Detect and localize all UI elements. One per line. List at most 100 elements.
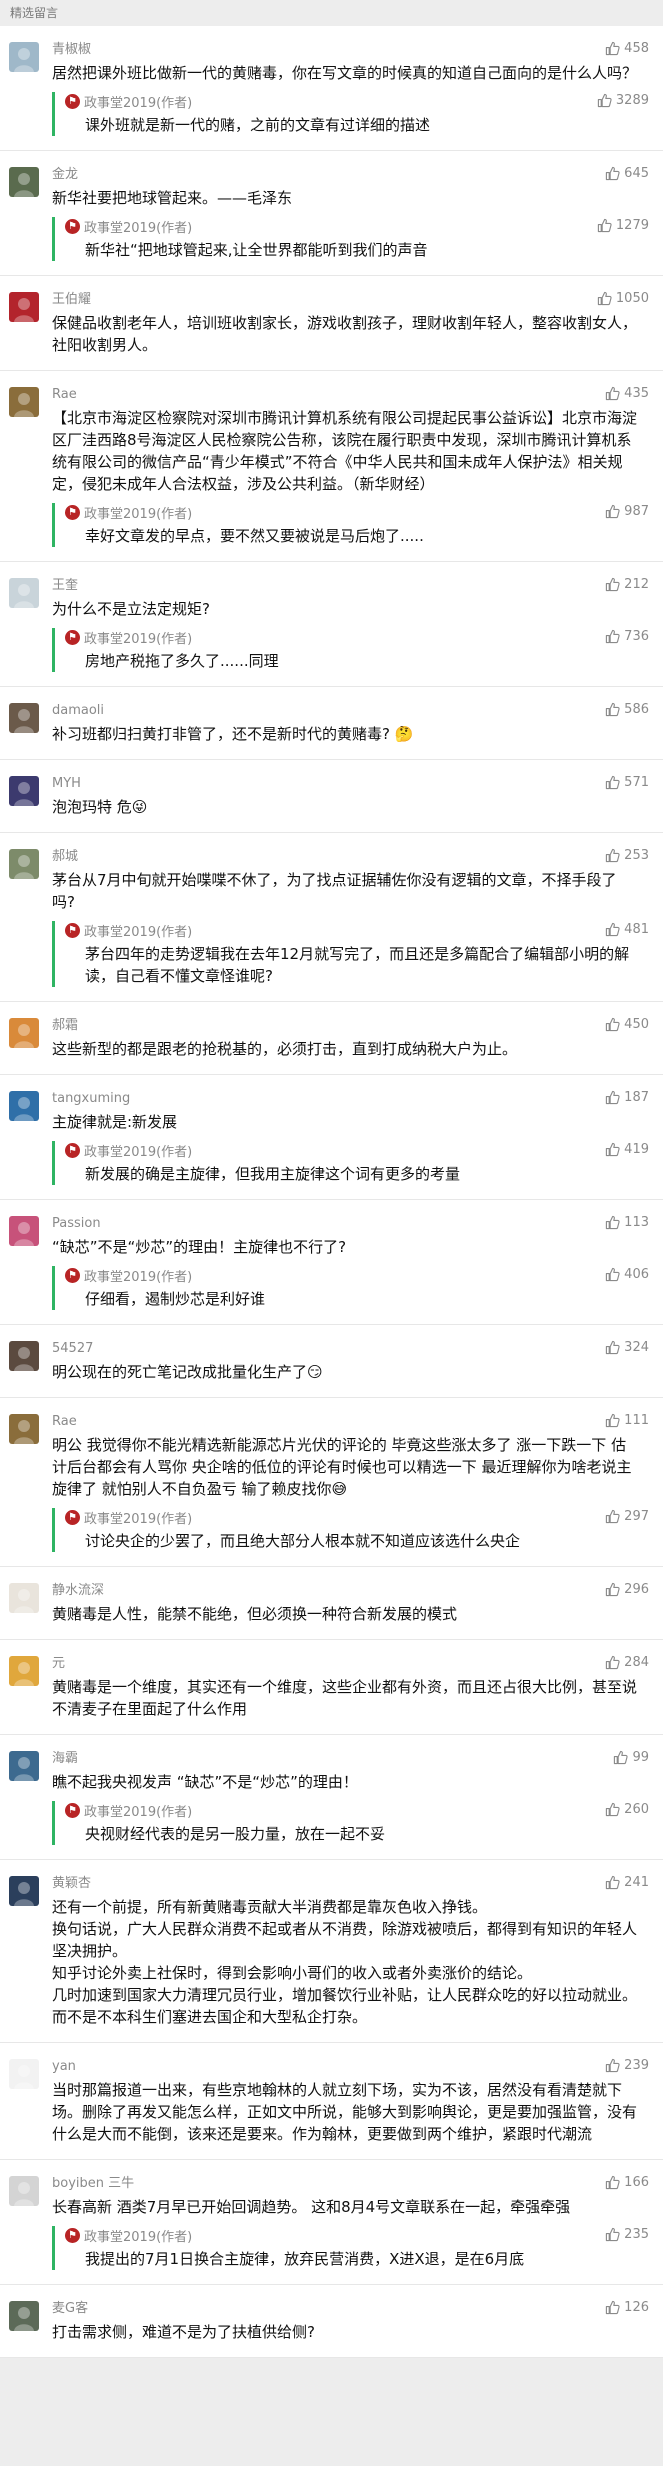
- comment-item: Passion 113 “缺芯”不是“炒芯”的理由！主旋律也不行了? ⚑ 政事堂201…: [0, 1200, 663, 1325]
- reply-like-count: 987: [624, 504, 649, 519]
- avatar[interactable]: [9, 1341, 39, 1371]
- reply-author-name[interactable]: 政事堂2019(作者): [84, 92, 192, 111]
- like-count: 241: [624, 1875, 649, 1890]
- reply-author-name[interactable]: 政事堂2019(作者): [84, 217, 192, 236]
- commenter-name[interactable]: 元: [52, 1656, 651, 1672]
- commenter-name[interactable]: 郝城: [52, 849, 651, 865]
- reply-author-name[interactable]: 政事堂2019(作者): [84, 921, 192, 940]
- like-button[interactable]: 296: [605, 1582, 649, 1597]
- commenter-name[interactable]: Passion: [52, 1216, 651, 1232]
- official-account-icon: ⚑: [65, 1802, 80, 1818]
- like-count: 450: [624, 1017, 649, 1032]
- avatar[interactable]: [9, 1216, 39, 1246]
- like-count: 571: [624, 775, 649, 790]
- author-reply: ⚑ 政事堂2019(作者) 297 讨论央企的少罢了，而且绝大部分人根本就不知道应该…: [52, 1508, 651, 1552]
- avatar[interactable]: [9, 167, 39, 197]
- like-count: 645: [624, 166, 649, 181]
- like-button[interactable]: 99: [613, 1750, 649, 1765]
- avatar[interactable]: [9, 1751, 39, 1781]
- like-button[interactable]: 187: [605, 1090, 649, 1105]
- reply-author-name[interactable]: 政事堂2019(作者): [84, 1141, 192, 1160]
- reply-like-button[interactable]: 1279: [597, 218, 649, 233]
- like-button[interactable]: 324: [605, 1340, 649, 1355]
- reply-like-button[interactable]: 260: [605, 1802, 649, 1817]
- reply-like-button[interactable]: 406: [605, 1267, 649, 1282]
- avatar[interactable]: [9, 2301, 39, 2331]
- avatar[interactable]: [9, 703, 39, 733]
- like-button[interactable]: 586: [605, 702, 649, 717]
- like-button[interactable]: 113: [605, 1215, 649, 1230]
- commenter-name[interactable]: yan: [52, 2059, 651, 2075]
- avatar[interactable]: [9, 776, 39, 806]
- avatar[interactable]: [9, 42, 39, 72]
- reply-like-button[interactable]: 419: [605, 1142, 649, 1157]
- commenter-name[interactable]: Rae: [52, 387, 651, 403]
- avatar[interactable]: [9, 1583, 39, 1613]
- commenter-name[interactable]: damaoli: [52, 703, 651, 719]
- like-button[interactable]: 284: [605, 1655, 649, 1670]
- like-button[interactable]: 253: [605, 848, 649, 863]
- avatar[interactable]: [9, 1876, 39, 1906]
- like-button[interactable]: 571: [605, 775, 649, 790]
- reply-text: 新华社“把地球管起来,让全世界都能听到我们的声音: [85, 241, 428, 259]
- commenter-name[interactable]: 金龙: [52, 167, 651, 183]
- commenter-name[interactable]: 海霸: [52, 1751, 651, 1767]
- like-button[interactable]: 645: [605, 166, 649, 181]
- avatar[interactable]: [9, 1091, 39, 1121]
- like-button[interactable]: 458: [605, 41, 649, 56]
- commenter-name[interactable]: 王伯耀: [52, 292, 651, 308]
- reply-author-name[interactable]: 政事堂2019(作者): [84, 1266, 192, 1285]
- avatar[interactable]: [9, 1414, 39, 1444]
- like-button[interactable]: 126: [605, 2300, 649, 2315]
- reply-like-button[interactable]: 481: [605, 922, 649, 937]
- like-count: 239: [624, 2058, 649, 2073]
- like-button[interactable]: 166: [605, 2175, 649, 2190]
- like-button[interactable]: 239: [605, 2058, 649, 2073]
- reply-text: 房地产税拖了多久了......同理: [85, 652, 279, 670]
- reply-like-button[interactable]: 987: [605, 504, 649, 519]
- avatar[interactable]: [9, 1656, 39, 1686]
- avatar[interactable]: [9, 387, 39, 417]
- commenter-name[interactable]: Rae: [52, 1414, 651, 1430]
- commenter-name[interactable]: 郝霜: [52, 1018, 651, 1034]
- like-button[interactable]: 212: [605, 577, 649, 592]
- reply-author-name[interactable]: 政事堂2019(作者): [84, 1508, 192, 1527]
- reply-like-button[interactable]: 297: [605, 1509, 649, 1524]
- avatar[interactable]: [9, 292, 39, 322]
- comment-text: 居然把课外班比做新一代的黄赌毒，你在写文章的时候真的知道自己面向的是什么人吗？: [52, 64, 638, 82]
- comment-item: 郝城 253 茅台从7月中旬就开始喋喋不休了，为了找点证据辅佐你没有逻辑的文章，不…: [0, 833, 663, 1002]
- reply-like-button[interactable]: 736: [605, 629, 649, 644]
- commenter-name[interactable]: 王奎: [52, 578, 651, 594]
- like-button[interactable]: 1050: [597, 291, 649, 306]
- commenter-name[interactable]: tangxuming: [52, 1091, 651, 1107]
- avatar[interactable]: [9, 578, 39, 608]
- like-count: 111: [624, 1413, 649, 1428]
- like-button[interactable]: 241: [605, 1875, 649, 1890]
- commenter-name[interactable]: boyiben 三牛: [52, 2176, 651, 2192]
- reply-author-name[interactable]: 政事堂2019(作者): [84, 2226, 192, 2245]
- avatar[interactable]: [9, 1018, 39, 1048]
- commenter-name[interactable]: 54527: [52, 1341, 651, 1357]
- commenter-name[interactable]: MYH: [52, 776, 651, 792]
- avatar[interactable]: [9, 2176, 39, 2206]
- reply-like-button[interactable]: 235: [605, 2227, 649, 2242]
- comment-text: 为什么不是立法定规矩?: [52, 600, 210, 618]
- reply-author-name[interactable]: 政事堂2019(作者): [84, 628, 192, 647]
- commenter-name[interactable]: 黄颖杏: [52, 1876, 651, 1892]
- like-button[interactable]: 450: [605, 1017, 649, 1032]
- reply-author-name[interactable]: 政事堂2019(作者): [84, 503, 192, 522]
- commenter-name[interactable]: 静水流深: [52, 1583, 651, 1599]
- thumb-up-icon: [606, 629, 620, 644]
- comment-item: 麦G客 126 打击需求侧，难道不是为了扶植供给侧?: [0, 2285, 663, 2358]
- avatar[interactable]: [9, 2059, 39, 2089]
- commenter-name[interactable]: 麦G客: [52, 2301, 651, 2317]
- commenter-name[interactable]: 青椒椒: [52, 42, 651, 58]
- reply-author-name[interactable]: 政事堂2019(作者): [84, 1801, 192, 1820]
- reply-text: 央视财经代表的是另一股力量，放在一起不妥: [85, 1825, 386, 1843]
- like-button[interactable]: 435: [605, 386, 649, 401]
- author-reply: ⚑ 政事堂2019(作者) 3289 课外班就是新一代的赌，之前的文章有过详细的描述: [52, 92, 651, 136]
- like-button[interactable]: 111: [605, 1413, 649, 1428]
- comment-item: 王伯耀 1050 保健品收割老年人，培训班收割家长，游戏收割孩子，理财收割年轻人，…: [0, 276, 663, 371]
- reply-like-button[interactable]: 3289: [597, 93, 649, 108]
- avatar[interactable]: [9, 849, 39, 879]
